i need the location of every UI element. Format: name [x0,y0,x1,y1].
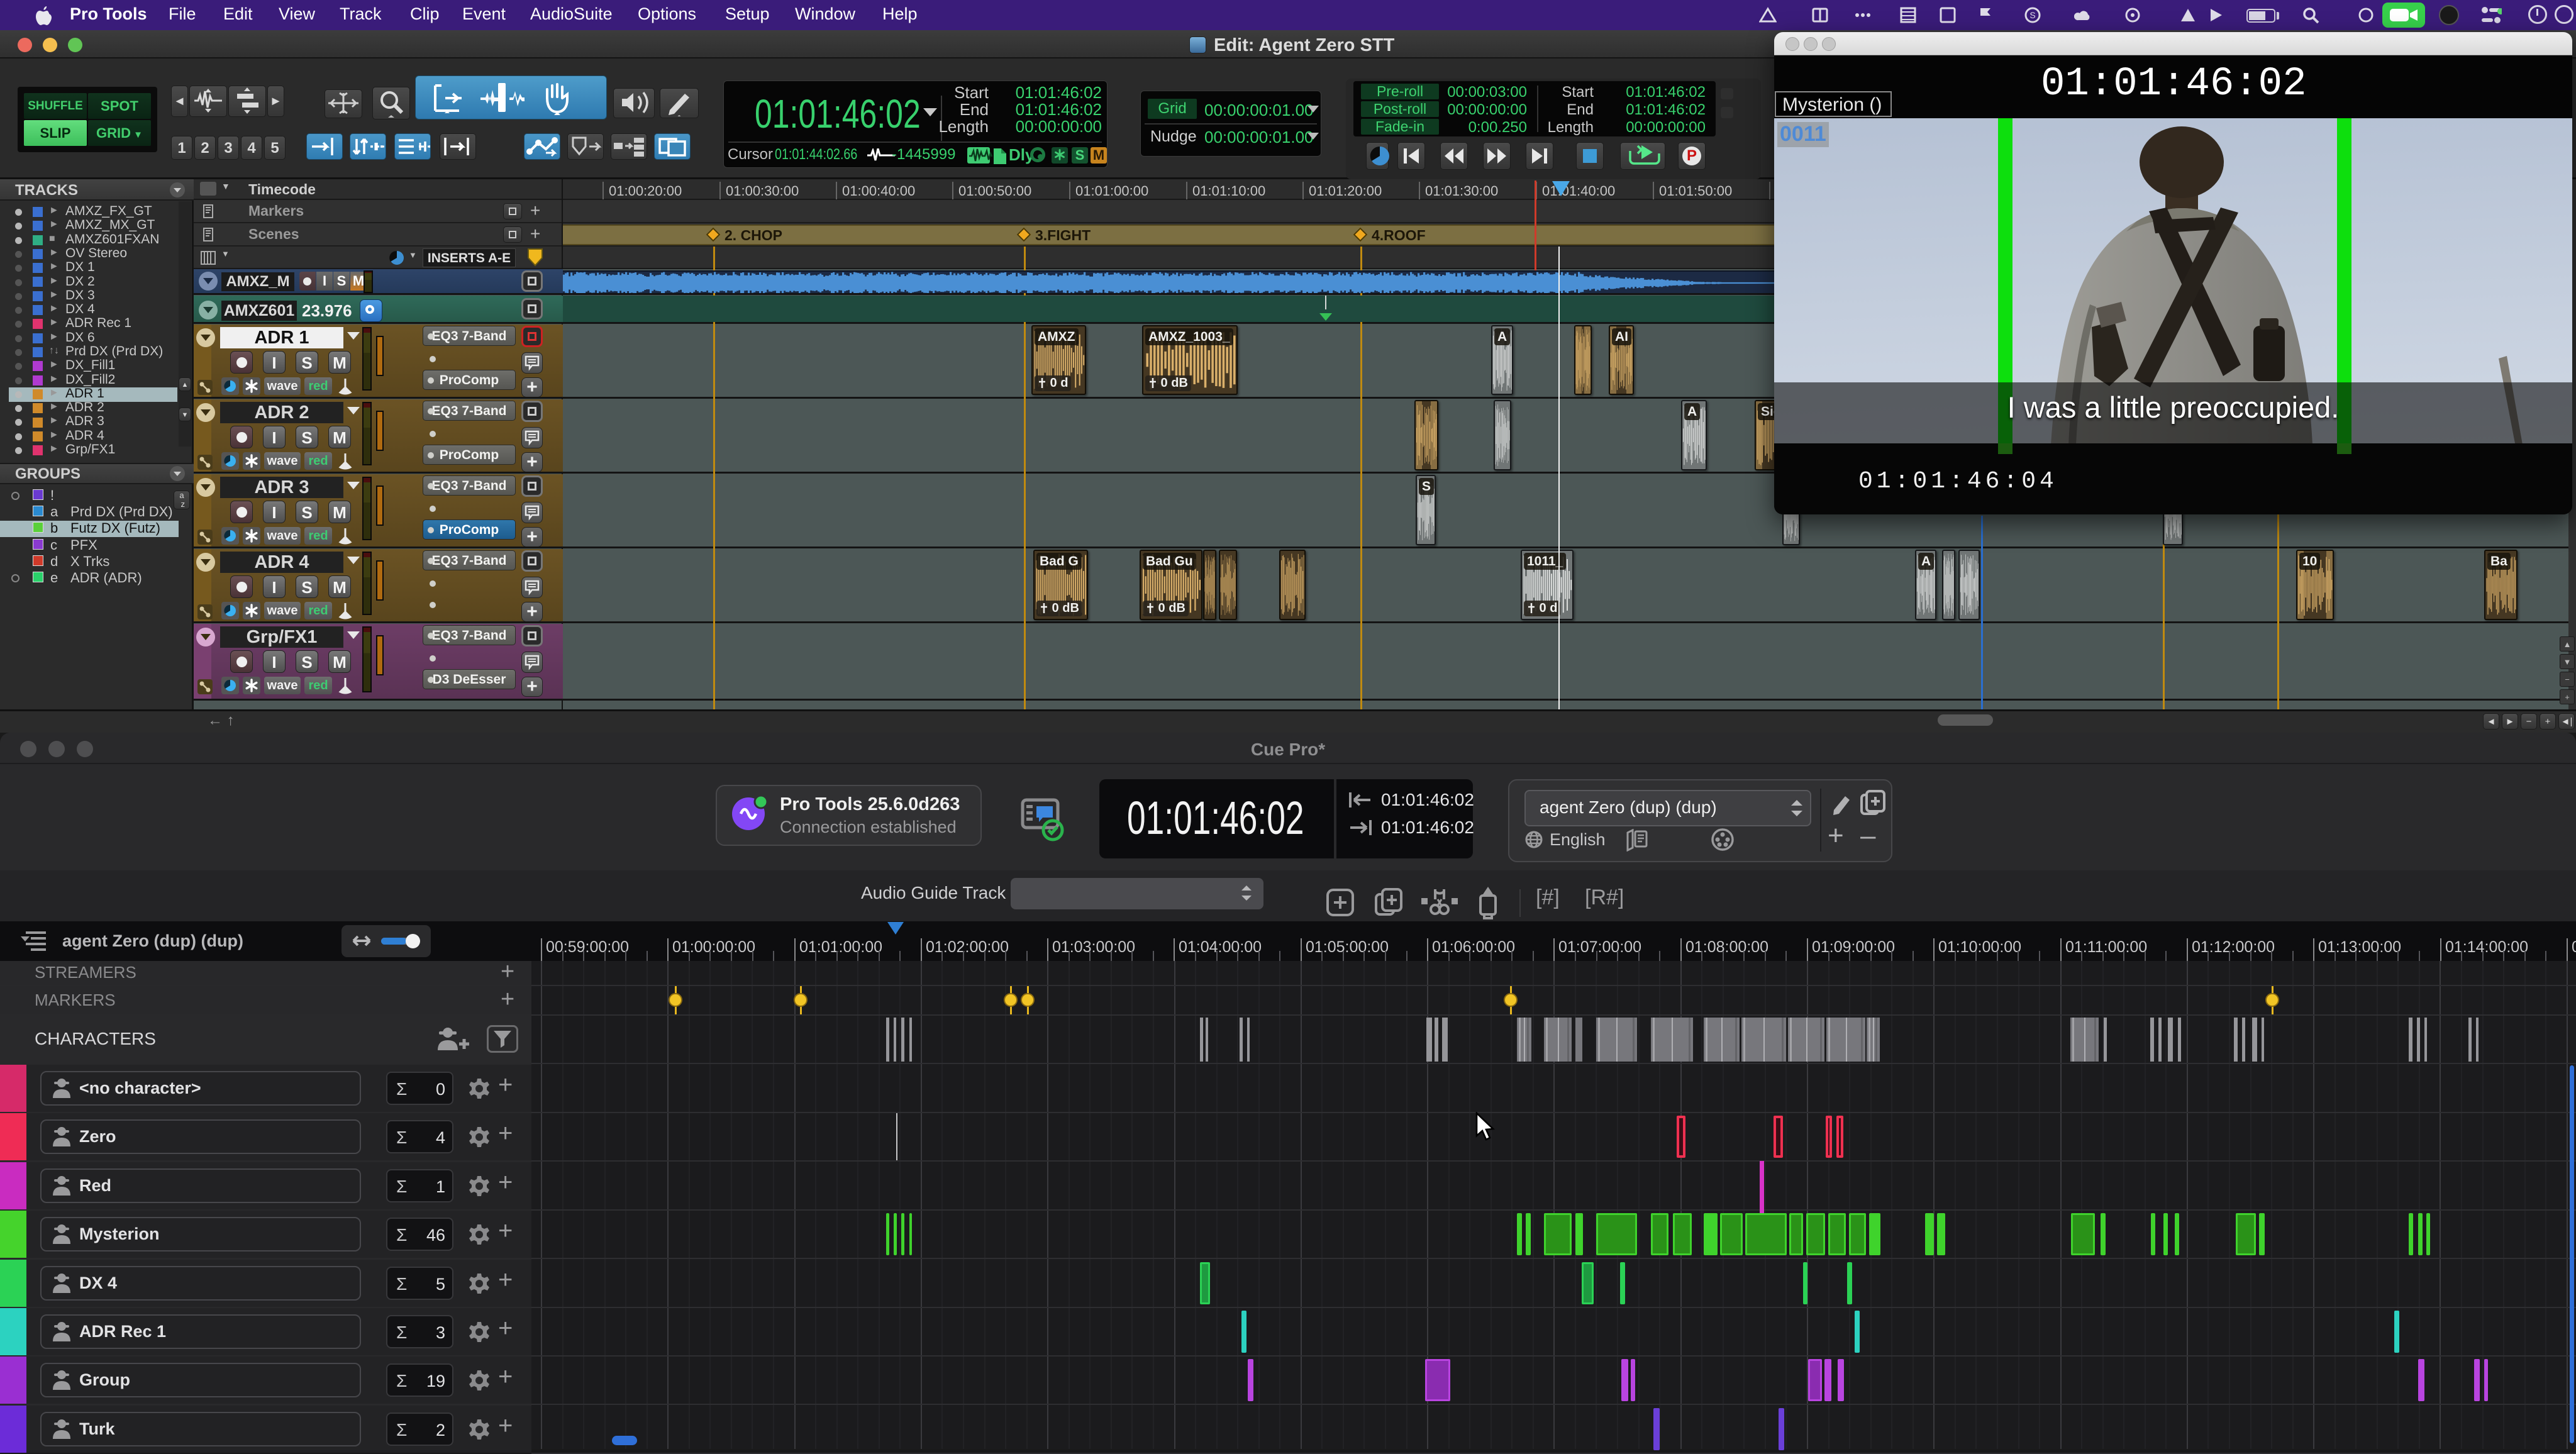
svg-text:S: S [2029,10,2035,20]
